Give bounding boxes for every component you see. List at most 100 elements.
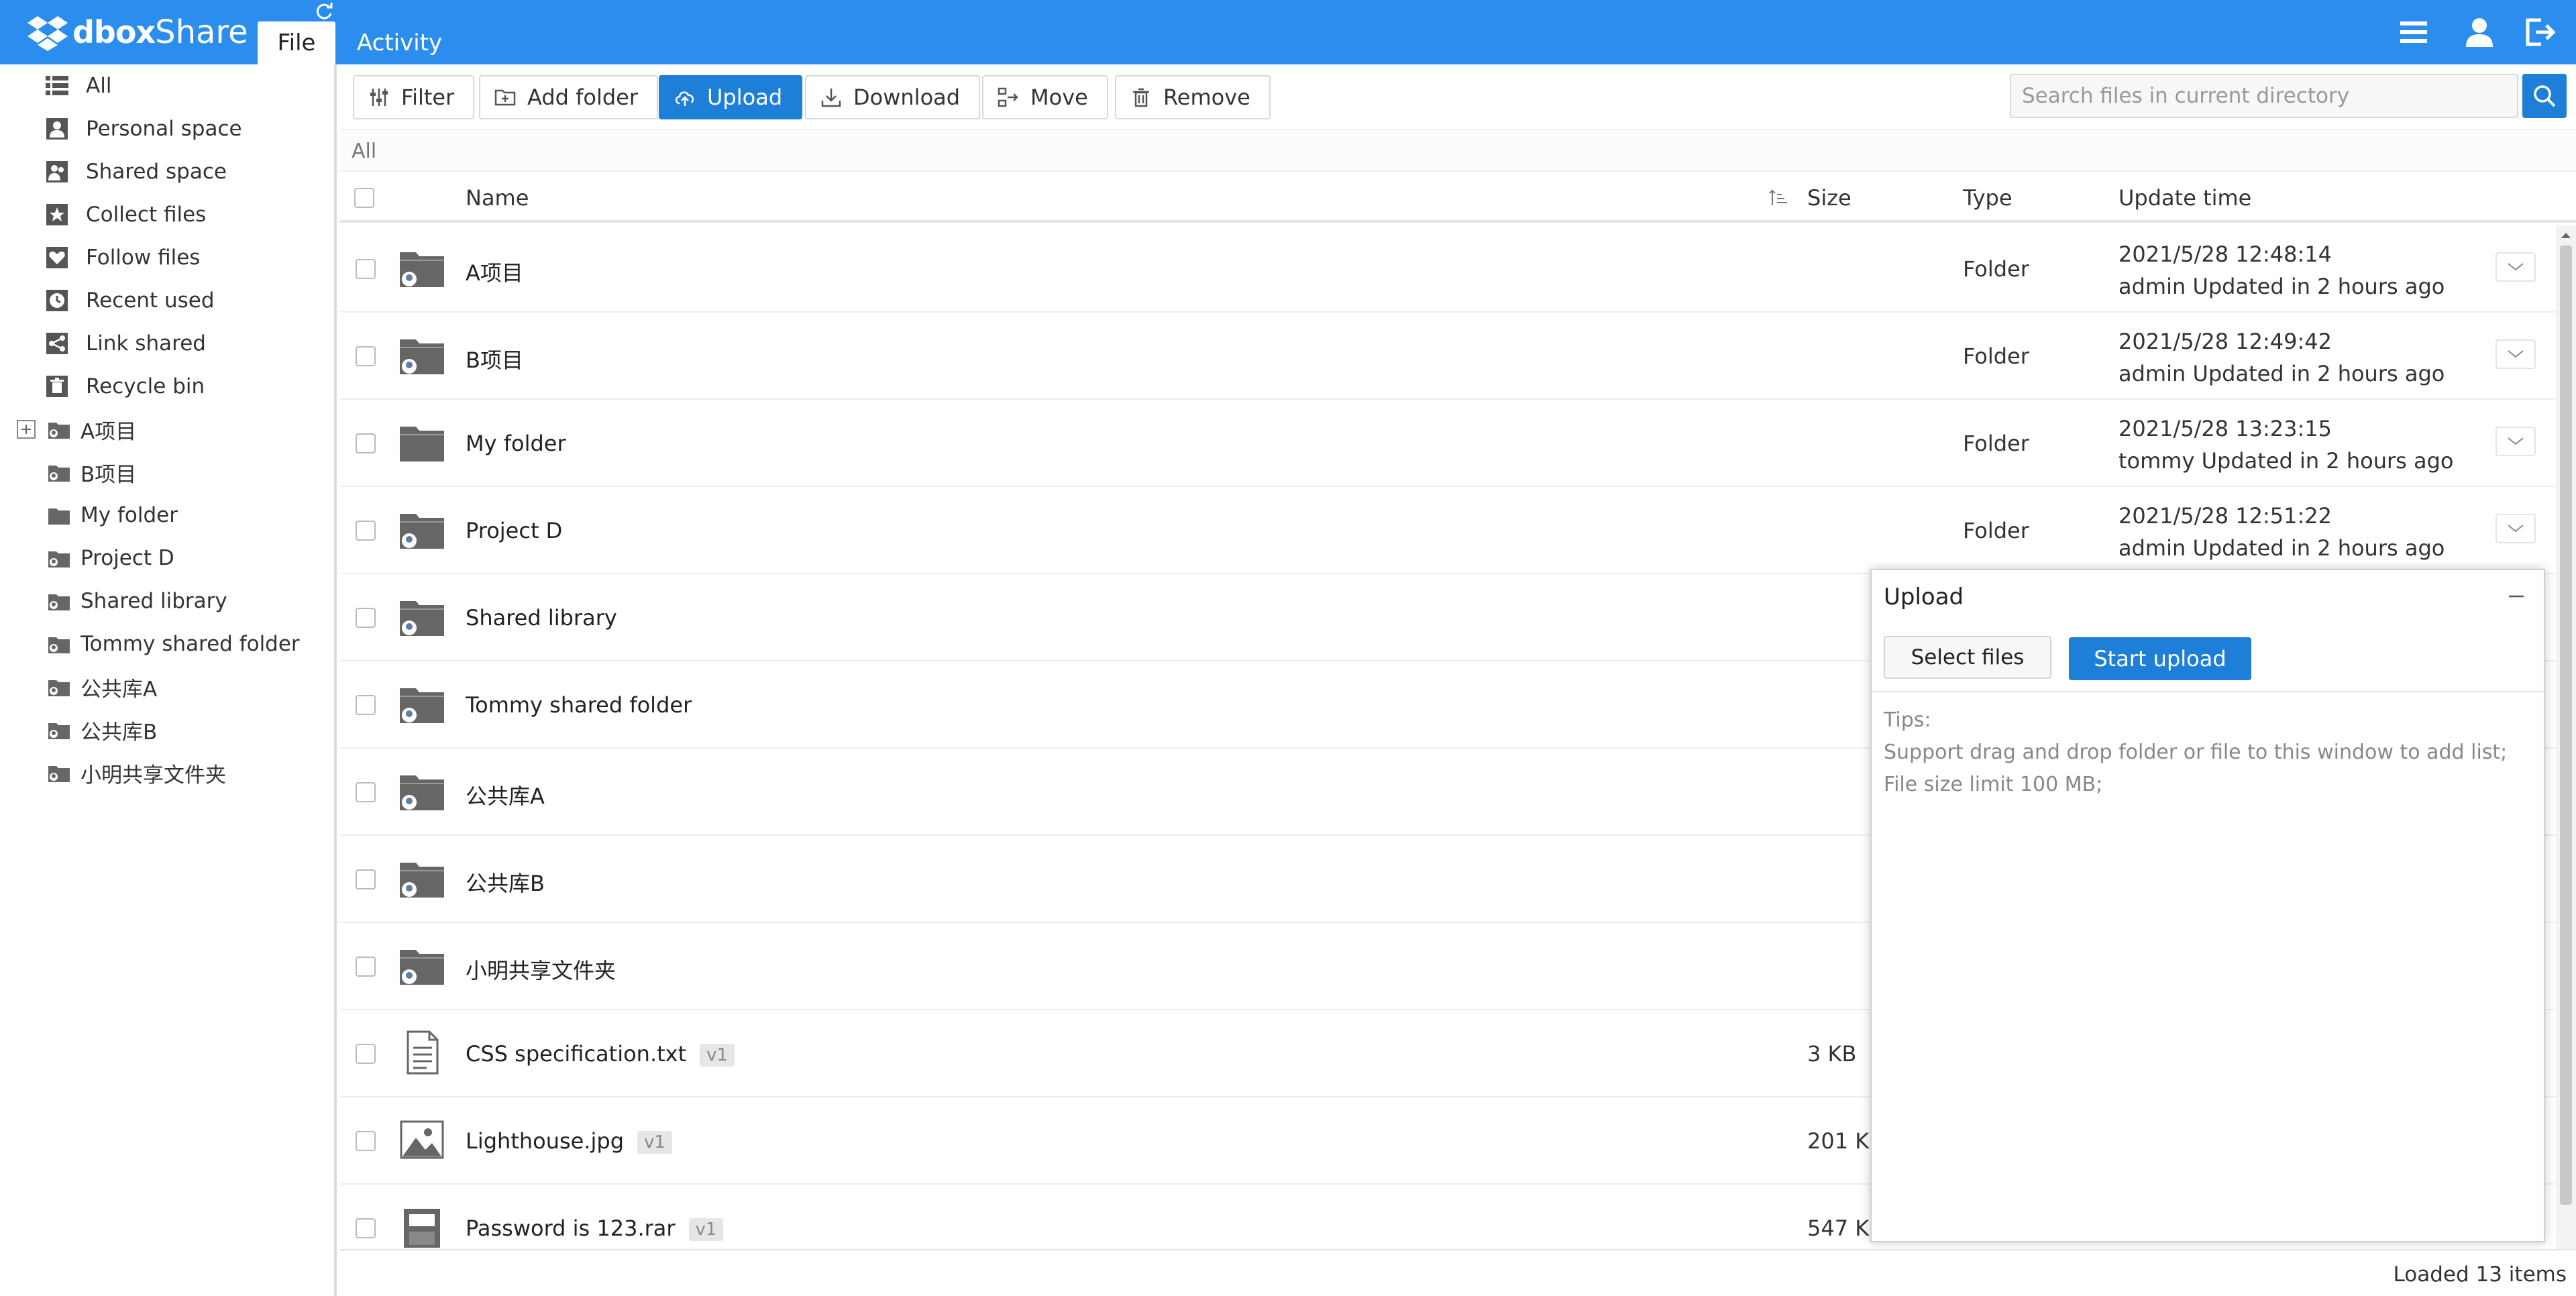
table-row[interactable]: My folder Folder 2021/5/28 13:23:15 tomm… — [339, 400, 2556, 487]
file-name[interactable]: A项目 — [466, 256, 523, 287]
row-checkbox[interactable] — [356, 608, 376, 628]
tree-item-project-d[interactable]: Project D — [0, 537, 334, 580]
search-input[interactable]: Search files in current directory — [2010, 74, 2518, 118]
search-button[interactable] — [2522, 74, 2567, 118]
row-checkbox[interactable] — [356, 869, 376, 889]
tree-item-tommy-shared-folder[interactable]: Tommy shared folder — [0, 623, 334, 665]
shared-folder-icon — [400, 863, 444, 898]
column-update-time[interactable]: Update time — [2118, 185, 2251, 211]
sidebar-item-all[interactable]: All — [0, 64, 334, 107]
download-button[interactable]: Download — [805, 75, 981, 119]
tips-title: Tips: — [1884, 708, 1931, 732]
start-upload-button[interactable]: Start upload — [2069, 637, 2251, 680]
select-all-checkbox[interactable] — [354, 188, 374, 208]
file-name[interactable]: Tommy shared folder — [466, 692, 692, 718]
row-checkbox[interactable] — [356, 433, 376, 453]
filter-button[interactable]: Filter — [353, 75, 475, 119]
tree-item-xiaoming-shared-folder[interactable]: 小明共享文件夹 — [0, 751, 334, 794]
shared-folder-icon — [400, 688, 444, 723]
file-name[interactable]: Shared library — [466, 605, 617, 631]
move-button[interactable]: Move — [982, 75, 1108, 119]
user-icon[interactable] — [2462, 15, 2497, 50]
sidebar-item-label: Recycle bin — [86, 374, 205, 398]
sidebar-item-recycle-bin[interactable]: Recycle bin — [0, 365, 334, 408]
file-name[interactable]: Lighthouse.jpg v1 — [466, 1128, 672, 1154]
row-menu-button[interactable] — [2496, 427, 2536, 456]
tree-item-public-library-b[interactable]: 公共库B — [0, 708, 334, 751]
trash-icon — [46, 376, 68, 397]
breadcrumb[interactable]: All — [352, 140, 376, 163]
update-time: 2021/5/28 12:48:14 — [2118, 241, 2332, 267]
row-menu-button[interactable] — [2496, 339, 2536, 369]
shared-folder-icon — [48, 423, 70, 439]
trash-icon — [1133, 88, 1149, 107]
table-row[interactable]: B项目 Folder 2021/5/28 12:49:42 admin Upda… — [339, 313, 2556, 400]
upload-button[interactable]: Upload — [659, 75, 803, 119]
logout-icon[interactable] — [2522, 15, 2557, 50]
tree-item-a-project[interactable]: A项目 — [0, 408, 334, 451]
table-row[interactable]: A项目 Folder 2021/5/28 12:48:14 admin Upda… — [339, 225, 2556, 313]
shared-folder-icon — [400, 601, 444, 636]
file-name[interactable]: Project D — [466, 518, 562, 543]
shared-folder-icon — [48, 766, 70, 782]
row-checkbox[interactable] — [356, 1218, 376, 1238]
tab-file[interactable]: File — [258, 21, 335, 64]
select-files-button[interactable]: Select files — [1884, 636, 2051, 679]
column-name[interactable]: Name — [466, 185, 529, 211]
file-name[interactable]: Password is 123.rar v1 — [466, 1216, 724, 1241]
row-checkbox[interactable] — [356, 1044, 376, 1064]
tree-item-my-folder[interactable]: My folder — [0, 494, 334, 537]
row-menu-button[interactable] — [2496, 252, 2536, 282]
row-checkbox[interactable] — [356, 957, 376, 977]
add-folder-icon — [494, 89, 516, 106]
upload-panel[interactable]: Upload Select files Start upload Tips: S… — [1870, 569, 2545, 1242]
sidebar: All Personal space Shared space Collect … — [0, 64, 337, 1296]
tree-item-public-library-a[interactable]: 公共库A — [0, 665, 334, 708]
image-file-icon — [400, 1120, 444, 1159]
file-name[interactable]: 小明共享文件夹 — [466, 954, 616, 985]
sidebar-item-collect-files[interactable]: Collect files — [0, 193, 334, 236]
table-row[interactable]: Project D Folder 2021/5/28 12:51:22 admi… — [339, 487, 2556, 574]
update-by: admin Updated in 2 hours ago — [2118, 361, 2445, 386]
sidebar-item-personal-space[interactable]: Personal space — [0, 107, 334, 150]
brand-logo[interactable]: dbox Share — [27, 11, 248, 54]
sidebar-item-follow-files[interactable]: Follow files — [0, 236, 334, 279]
vertical-scrollbar[interactable] — [2556, 225, 2576, 1296]
minimize-icon[interactable] — [2506, 586, 2526, 606]
file-name[interactable]: CSS specification.txt v1 — [466, 1041, 735, 1067]
shared-folder-icon — [48, 551, 70, 568]
row-checkbox[interactable] — [356, 695, 376, 715]
row-checkbox[interactable] — [356, 346, 376, 366]
tree-item-shared-library[interactable]: Shared library — [0, 580, 334, 623]
row-checkbox[interactable] — [356, 259, 376, 279]
sidebar-item-shared-space[interactable]: Shared space — [0, 150, 334, 193]
tree-item-label: 公共库A — [80, 677, 158, 702]
sidebar-item-recent-used[interactable]: Recent used — [0, 279, 334, 322]
sidebar-item-link-shared[interactable]: Link shared — [0, 322, 334, 365]
row-checkbox[interactable] — [356, 782, 376, 802]
tab-activity[interactable]: Activity — [357, 23, 442, 63]
column-size[interactable]: Size — [1807, 185, 1851, 211]
row-checkbox[interactable] — [356, 1131, 376, 1151]
refresh-icon[interactable] — [314, 1, 334, 21]
file-name[interactable]: B项目 — [466, 343, 523, 374]
file-name[interactable]: My folder — [466, 431, 566, 456]
scroll-up-icon[interactable] — [2559, 228, 2573, 243]
remove-button[interactable]: Remove — [1115, 75, 1271, 119]
star-icon — [46, 204, 68, 225]
search-icon — [2534, 85, 2556, 107]
row-checkbox[interactable] — [356, 521, 376, 541]
row-menu-button[interactable] — [2496, 514, 2536, 543]
file-name[interactable]: 公共库B — [466, 867, 545, 898]
menu-icon[interactable] — [2396, 15, 2431, 50]
scroll-thumb[interactable] — [2560, 246, 2572, 1205]
filter-icon — [370, 89, 388, 106]
folder-icon — [48, 508, 70, 525]
sort-icon[interactable] — [1768, 188, 1788, 208]
add-folder-button[interactable]: Add folder — [479, 75, 659, 119]
tree-item-b-project[interactable]: B项目 — [0, 451, 334, 494]
update-time: 2021/5/28 12:49:42 — [2118, 329, 2332, 354]
column-type[interactable]: Type — [1963, 185, 2012, 211]
expand-icon[interactable] — [16, 419, 36, 439]
file-name[interactable]: 公共库A — [466, 779, 545, 810]
